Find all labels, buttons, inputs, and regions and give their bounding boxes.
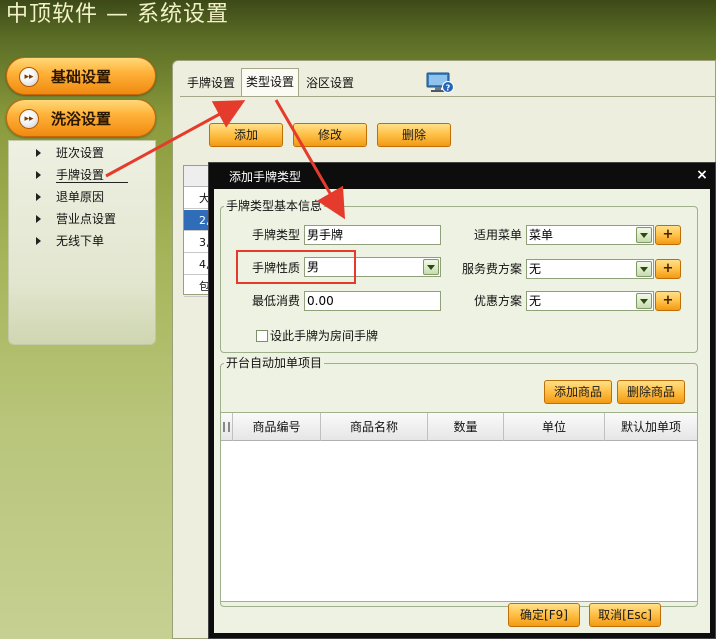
- service-fee-label: 服务费方案: [461, 262, 522, 276]
- bullet-icon: [36, 193, 41, 201]
- chevron-down-icon[interactable]: [636, 227, 652, 243]
- column-default-add[interactable]: 默认加单项: [605, 413, 697, 441]
- monitor-help-icon[interactable]: ?: [426, 72, 454, 94]
- bullet-icon: [36, 171, 41, 179]
- discount-select[interactable]: 无: [526, 291, 654, 311]
- tab-card-settings[interactable]: 手牌设置: [183, 70, 239, 96]
- sidebar-item-label: 营业点设置: [56, 212, 117, 226]
- add-service-fee-button[interactable]: +: [655, 259, 681, 279]
- discount-value: 无: [529, 294, 542, 308]
- nav-basic-settings-label: 基础设置: [51, 68, 112, 86]
- table-header: 商品编号 商品名称 数量 单位 默认加单项: [221, 413, 697, 441]
- expand-icon: ▸▸: [19, 67, 39, 87]
- room-card-checkbox-label: 设此手牌为房间手牌: [270, 329, 379, 343]
- selected-underline: [56, 182, 128, 183]
- close-icon[interactable]: ×: [695, 167, 709, 183]
- auto-add-group-title: 开台自动加单项目: [224, 355, 325, 371]
- cancel-button[interactable]: 取消[Esc]: [589, 603, 661, 627]
- menu-select[interactable]: 菜单: [526, 225, 654, 245]
- column-quantity[interactable]: 数量: [428, 413, 504, 441]
- menu-value: 菜单: [529, 228, 554, 242]
- sidebar-item-label: 无线下单: [56, 234, 105, 248]
- service-fee-select[interactable]: 无: [526, 259, 654, 279]
- svg-text:?: ?: [446, 84, 451, 93]
- service-fee-value: 无: [529, 262, 542, 276]
- chevron-down-icon[interactable]: [636, 261, 652, 277]
- chevron-down-icon[interactable]: [423, 259, 439, 275]
- tab-bath-area[interactable]: 浴区设置: [302, 70, 358, 96]
- nav-bath-settings[interactable]: ▸▸ 洗浴设置: [6, 99, 156, 137]
- card-type-input[interactable]: 男手牌: [304, 225, 441, 245]
- add-discount-button[interactable]: +: [655, 291, 681, 311]
- ok-button[interactable]: 确定[F9]: [508, 603, 580, 627]
- column-unit[interactable]: 单位: [504, 413, 605, 441]
- tab-strip-line: [180, 96, 716, 97]
- min-spend-label: 最低消费: [251, 294, 300, 308]
- column-item-code[interactable]: 商品编号: [233, 413, 321, 441]
- min-spend-input[interactable]: 0.00: [304, 291, 441, 311]
- edit-button[interactable]: 修改: [293, 123, 367, 147]
- chevron-down-icon[interactable]: [636, 293, 652, 309]
- dialog-title: 添加手牌类型: [229, 170, 302, 184]
- row-selector-column: [221, 413, 233, 441]
- menu-label: 适用菜单: [473, 228, 522, 242]
- delete-item-button[interactable]: 删除商品: [617, 380, 685, 404]
- discount-label: 优惠方案: [473, 294, 522, 308]
- column-item-name[interactable]: 商品名称: [321, 413, 428, 441]
- app-title: 中顶软件 — 系统设置: [6, 2, 229, 27]
- highlight-annotation: [236, 250, 356, 284]
- delete-button[interactable]: 删除: [377, 123, 451, 147]
- sidebar-item-label: 退单原因: [56, 190, 105, 204]
- expand-icon: ▸▸: [19, 109, 39, 129]
- add-item-button[interactable]: 添加商品: [544, 380, 612, 404]
- tab-type-settings[interactable]: 类型设置: [241, 68, 300, 96]
- bullet-icon: [36, 215, 41, 223]
- auto-add-items-table: 商品编号 商品名称 数量 单位 默认加单项: [220, 412, 698, 602]
- room-card-checkbox[interactable]: [256, 330, 268, 342]
- nav-basic-settings[interactable]: ▸▸ 基础设置: [6, 57, 156, 95]
- bullet-icon: [36, 149, 41, 157]
- add-menu-button[interactable]: +: [655, 225, 681, 245]
- add-button[interactable]: 添加: [209, 123, 283, 147]
- bullet-icon: [36, 237, 41, 245]
- sidebar-item-label: 班次设置: [56, 146, 105, 160]
- card-type-label: 手牌类型: [251, 228, 300, 242]
- basic-info-group-title: 手牌类型基本信息: [224, 198, 325, 214]
- nav-bath-settings-label: 洗浴设置: [51, 110, 112, 128]
